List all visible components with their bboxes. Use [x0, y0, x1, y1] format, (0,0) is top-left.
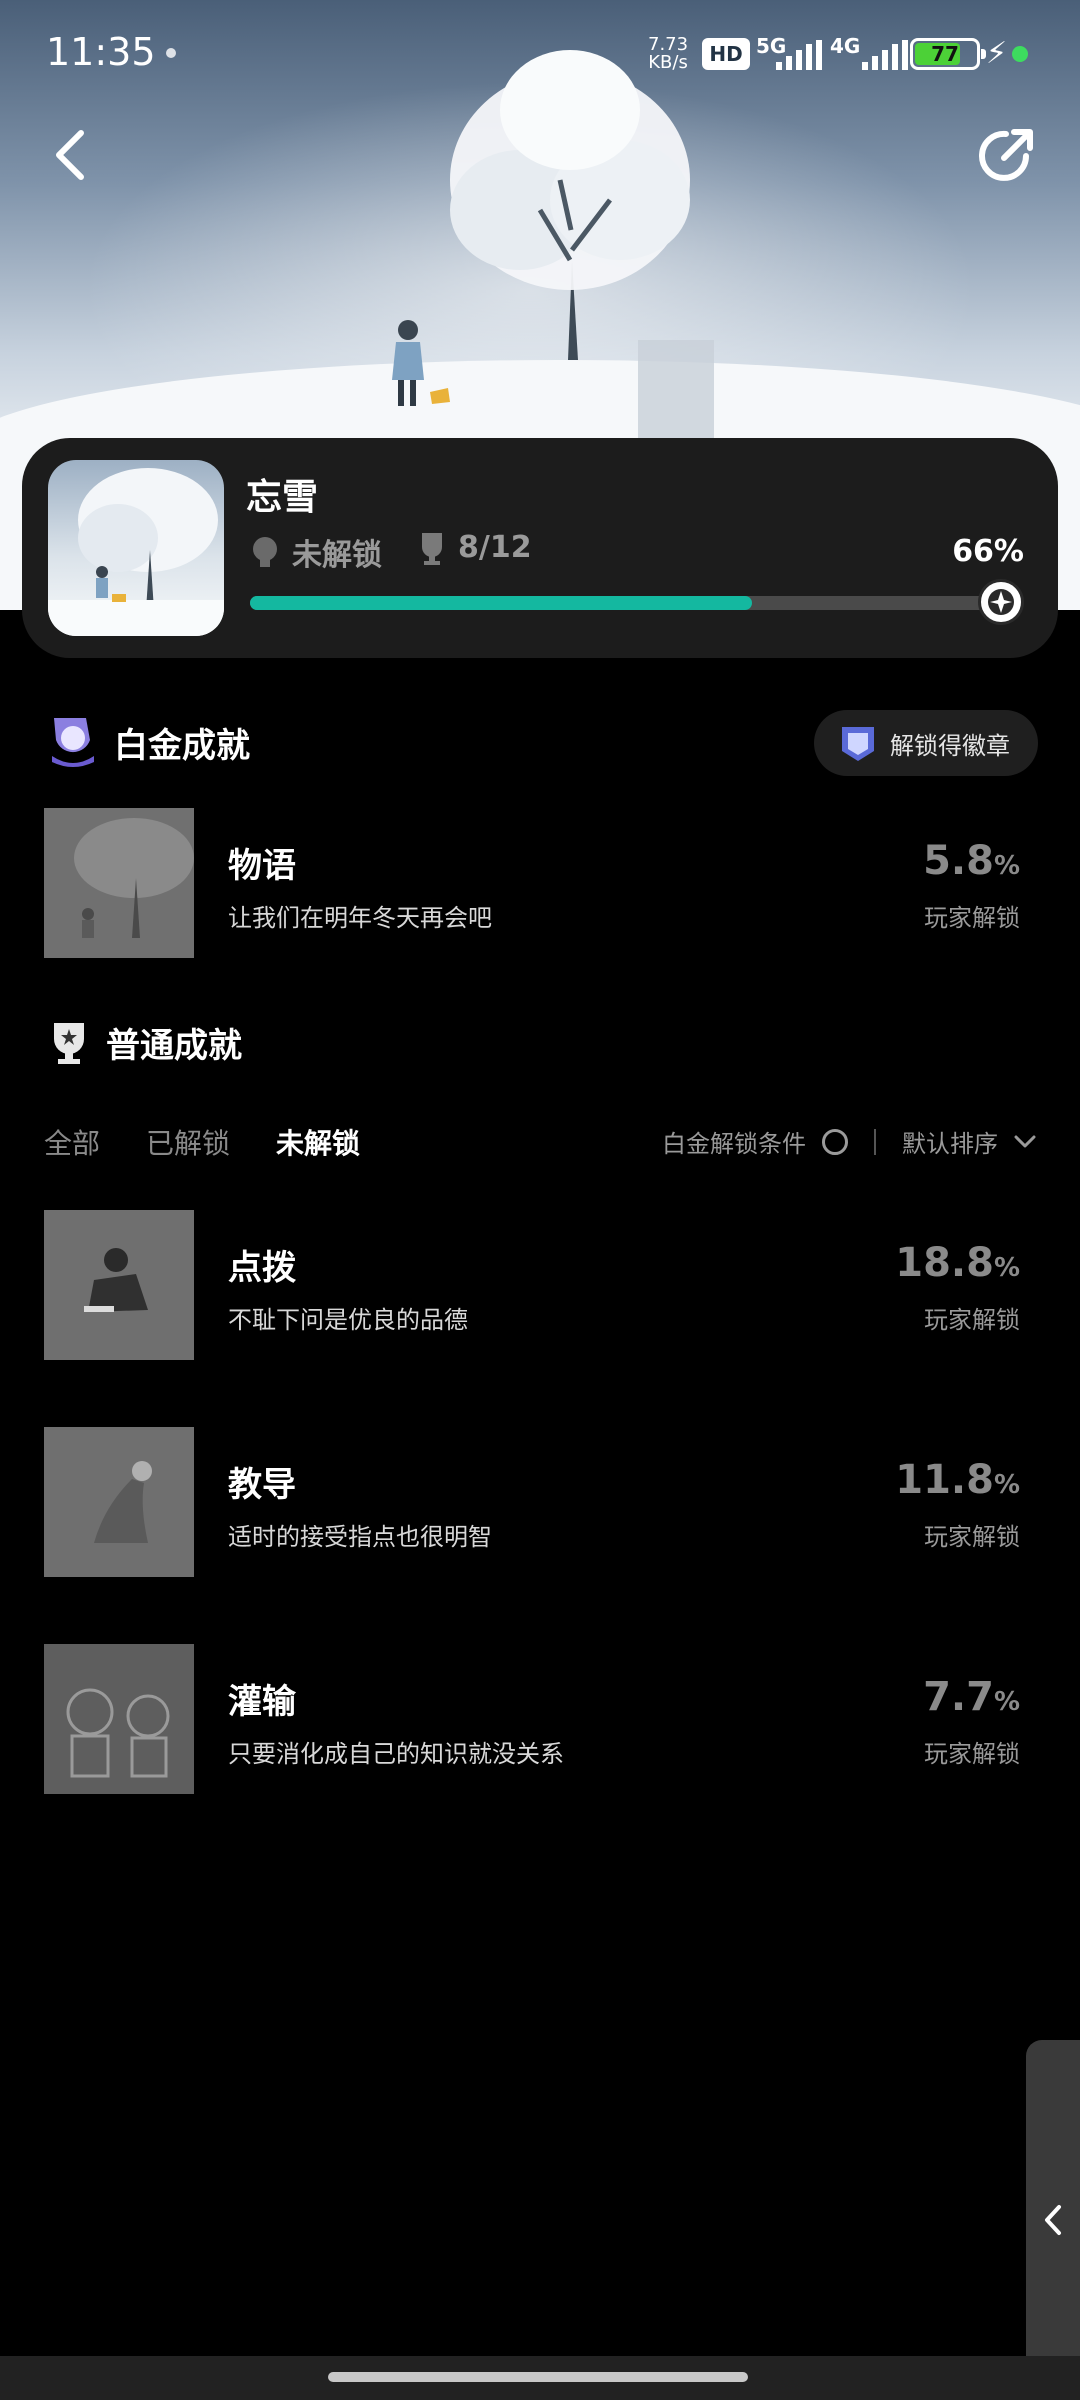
achievement-desc: 只要消化成自己的知识就没关系	[228, 1740, 564, 1768]
platinum-trophy-icon	[253, 537, 277, 567]
trophy-count-label: 8/12	[458, 530, 532, 565]
status-bar: 11:35 7.73 KB/s HD 5G 4G 77 ⚡	[0, 0, 1080, 110]
achievement-rate: 11.8%	[895, 1457, 1020, 1503]
game-cover-image[interactable]	[48, 460, 224, 636]
trophy-cup-icon	[54, 1022, 84, 1064]
tab-all[interactable]: 全部	[44, 1122, 100, 1162]
achievement-thumbnail	[44, 1644, 194, 1794]
normal-section-title: 普通成就	[106, 1026, 242, 1066]
star-compass-icon	[988, 589, 1014, 615]
network-speed-unit: KB/s	[648, 52, 688, 73]
platinum-status-label: 未解锁	[292, 538, 382, 573]
chevron-down-icon[interactable]	[1014, 1135, 1036, 1149]
achievement-row[interactable]: 灌输 只要消化成自己的知识就没关系 7.7% 玩家解锁	[44, 1644, 1036, 1794]
platinum-section-header: 白金成就	[46, 714, 250, 770]
progress-platinum-knob	[978, 579, 1024, 625]
progress-percent: 66%	[952, 534, 1024, 569]
home-indicator[interactable]	[328, 2372, 748, 2382]
tab-locked[interactable]: 未解锁	[276, 1122, 360, 1162]
platinum-status: 未解锁	[248, 530, 382, 574]
back-button[interactable]	[40, 120, 100, 190]
platinum-condition-label[interactable]: 白金解锁条件	[662, 1124, 806, 1159]
sort-dropdown-label[interactable]: 默认排序	[902, 1124, 998, 1159]
platinum-section-title: 白金成就	[114, 725, 250, 766]
tab-unlocked[interactable]: 已解锁	[146, 1122, 230, 1162]
share-icon	[979, 129, 1033, 181]
badge-icon	[842, 727, 874, 761]
filter-tabs: 全部 已解锁 未解锁	[44, 1122, 360, 1162]
network-4g-label: 4G	[830, 34, 861, 58]
platinum-trophy-icon	[52, 718, 94, 767]
filter-controls: 白金解锁条件 默认排序	[662, 1124, 1036, 1159]
cover-tree-illustration	[48, 468, 224, 636]
achievement-rate-label: 玩家解锁	[924, 904, 1020, 932]
signal-4g-icon	[862, 40, 908, 70]
achievement-thumbnail	[44, 1427, 194, 1577]
signal-5g-icon	[776, 40, 822, 70]
trophy-cup-icon	[422, 532, 442, 565]
battery-level: 77	[931, 42, 959, 66]
game-title: 忘雪	[246, 477, 319, 518]
notification-dot-icon	[166, 48, 176, 58]
achievement-row[interactable]: 教导 适时的接受指点也很明智 11.8% 玩家解锁	[44, 1427, 1036, 1577]
achievement-desc: 适时的接受指点也很明智	[228, 1523, 492, 1551]
battery-icon: 77	[910, 38, 986, 70]
achievement-thumbnail	[44, 1210, 194, 1360]
progress-bar	[250, 579, 1024, 625]
achievement-name: 灌输	[228, 1682, 296, 1722]
unlock-badge-button[interactable]: 解锁得徽章	[814, 710, 1038, 776]
chevron-left-icon	[56, 130, 84, 180]
normal-section-header: 普通成就	[46, 1018, 242, 1067]
status-time: 11:35	[46, 30, 156, 74]
share-button[interactable]	[976, 122, 1040, 186]
achievement-row[interactable]: 点拨 不耻下问是优良的品德 18.8% 玩家解锁	[44, 1210, 1036, 1360]
achievement-name: 教导	[228, 1465, 296, 1505]
achievement-rate-label: 玩家解锁	[924, 1306, 1020, 1334]
achievement-name: 物语	[228, 846, 296, 886]
platinum-achievement-row[interactable]: 物语 让我们在明年冬天再会吧 5.8% 玩家解锁	[44, 808, 1036, 958]
divider	[874, 1128, 876, 1155]
child-figure-illustration	[392, 320, 450, 406]
unlock-badge-label: 解锁得徽章	[890, 731, 1010, 760]
trophy-count: 8/12	[418, 530, 532, 565]
achievement-desc: 让我们在明年冬天再会吧	[228, 904, 492, 932]
achievement-rate: 7.7%	[923, 1674, 1020, 1720]
charging-bolt-icon: ⚡	[986, 36, 1008, 71]
hd-voice-icon: HD	[702, 38, 750, 70]
progress-bar-fill	[250, 596, 752, 610]
chevron-left-icon	[1045, 2205, 1061, 2235]
achievement-rate-label: 玩家解锁	[924, 1523, 1020, 1551]
achievement-name: 点拨	[228, 1248, 296, 1288]
privacy-indicator-icon	[1012, 46, 1028, 62]
achievement-rate-label: 玩家解锁	[924, 1740, 1020, 1768]
achievement-rate: 5.8%	[923, 838, 1020, 884]
game-summary-card: 忘雪 未解锁 8/12 66%	[22, 438, 1058, 658]
achievement-thumbnail	[44, 808, 194, 958]
platinum-condition-radio[interactable]	[822, 1128, 848, 1155]
achievement-desc: 不耻下问是优良的品德	[228, 1306, 468, 1334]
side-panel-handle[interactable]	[1026, 2040, 1080, 2400]
achievement-rate: 18.8%	[895, 1240, 1020, 1286]
network-speed: 7.73 KB/s	[648, 36, 688, 72]
